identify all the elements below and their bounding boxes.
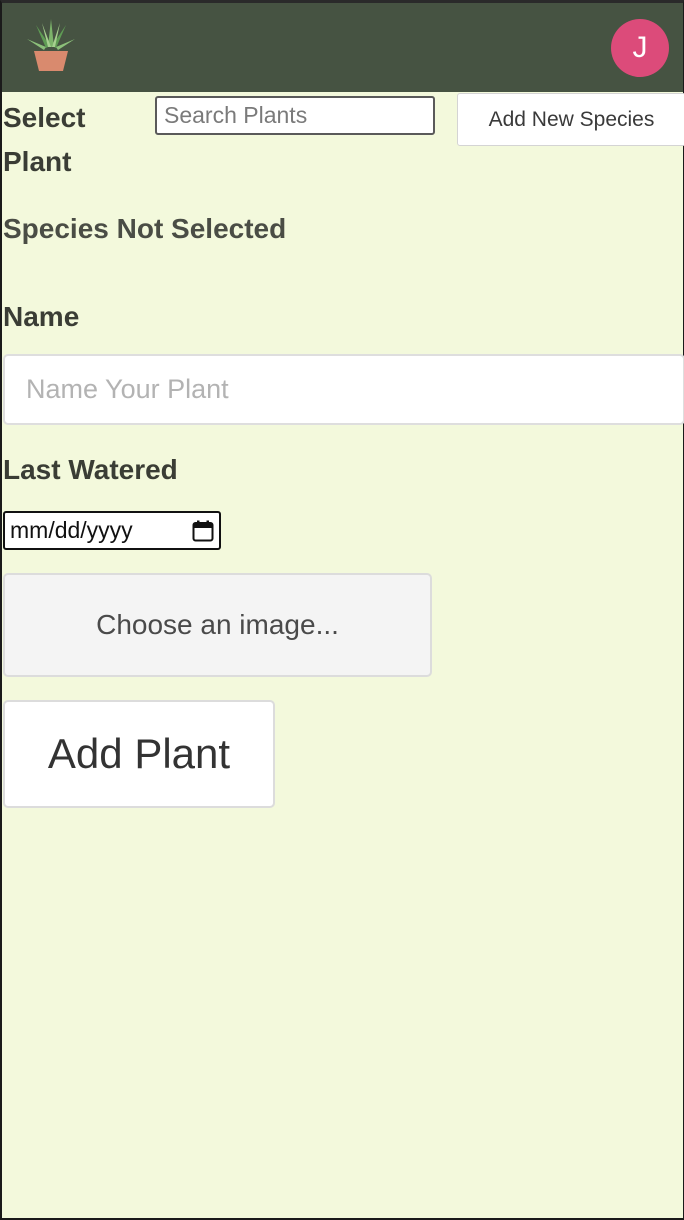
species-status-text: Species Not Selected: [3, 213, 287, 244]
potted-plant-icon[interactable]: [24, 17, 78, 73]
last-watered-label: Last Watered: [3, 454, 178, 485]
date-placeholder: mm/dd/yyyy: [10, 517, 133, 543]
select-plant-label: Select Plant: [3, 102, 86, 177]
add-plant-button[interactable]: Add Plant: [3, 700, 275, 808]
plant-name-input[interactable]: [3, 354, 684, 425]
add-new-species-button[interactable]: Add New Species: [457, 93, 684, 146]
name-label: Name: [3, 301, 80, 332]
top-bar: J: [2, 3, 683, 92]
user-avatar[interactable]: J: [611, 19, 669, 77]
choose-image-button[interactable]: Choose an image...: [3, 573, 432, 677]
app-frame: J Select Plant Add New Species Species N…: [0, 0, 684, 1220]
last-watered-date-input[interactable]: mm/dd/yyyy: [3, 511, 221, 550]
search-plants-input[interactable]: [155, 96, 435, 135]
calendar-icon[interactable]: [192, 520, 214, 542]
